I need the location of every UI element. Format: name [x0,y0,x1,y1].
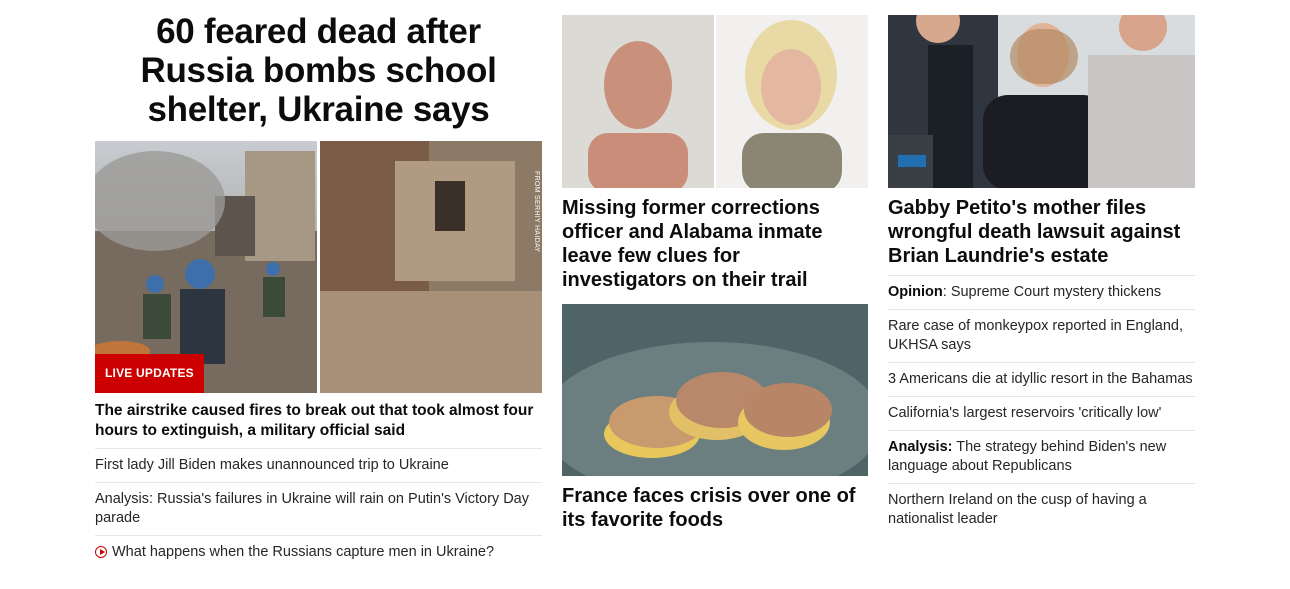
middle-stories: Missing former corrections officer and A… [562,0,868,544]
related-link[interactable]: Analysis: Russia's failures in Ukraine w… [95,483,542,536]
related-link[interactable]: First lady Jill Biden makes unannounced … [95,449,542,483]
link-text: Analysis: Russia's failures in Ukraine w… [95,491,529,526]
photo-credit: FROM SERHIY HAIDAY [533,171,540,253]
right-related-links: Opinion: Supreme Court mystery thickens … [888,275,1195,536]
story-headline[interactable]: France faces crisis over one of its favo… [562,484,868,532]
story-photo[interactable] [562,15,868,188]
lead-headline[interactable]: 60 feared dead after Russia bombs school… [95,12,542,129]
link-text: Northern Ireland on the cusp of having a… [888,492,1147,527]
related-link[interactable]: Opinion: Supreme Court mystery thickens [888,276,1195,310]
right-stories: Gabby Petito's mother files wrongful dea… [888,0,1195,536]
story-headline[interactable]: Missing former corrections officer and A… [562,196,868,292]
press-conference-image [888,15,1195,188]
lead-caption[interactable]: The airstrike caused fires to break out … [95,401,542,441]
live-updates-badge[interactable]: LIVE UPDATES [95,354,204,393]
related-link[interactable]: Analysis: The strategy behind Biden's ne… [888,431,1195,484]
story-headline[interactable]: Gabby Petito's mother files wrongful dea… [888,196,1195,268]
related-link[interactable]: 3 Americans die at idyllic resort in the… [888,363,1195,397]
play-icon [95,546,107,558]
link-text: Rare case of monkeypox reported in Engla… [888,318,1184,353]
mugshots-image [562,15,868,188]
lead-photo[interactable]: FROM SERHIY HAIDAY LIVE UPDATES [95,141,542,393]
story-photo[interactable] [562,304,868,476]
link-text: California's largest reservoirs 'critica… [888,405,1162,421]
related-video-link[interactable]: What happens when the Russians capture m… [95,536,542,569]
foie-gras-image [562,304,868,476]
link-text: 3 Americans die at idyllic resort in the… [888,371,1193,387]
link-text: What happens when the Russians capture m… [112,544,495,560]
story-photo[interactable] [888,15,1195,188]
related-link[interactable]: California's largest reservoirs 'critica… [888,397,1195,431]
lead-story: 60 feared dead after Russia bombs school… [95,0,542,569]
related-link[interactable]: Rare case of monkeypox reported in Engla… [888,310,1195,363]
related-link[interactable]: Northern Ireland on the cusp of having a… [888,484,1195,536]
link-text: : Supreme Court mystery thickens [942,284,1162,300]
link-label: Opinion [888,284,943,300]
lead-related-links: First lady Jill Biden makes unannounced … [95,448,542,569]
link-text: First lady Jill Biden makes unannounced … [95,457,449,473]
link-label: Analysis: [888,439,953,455]
